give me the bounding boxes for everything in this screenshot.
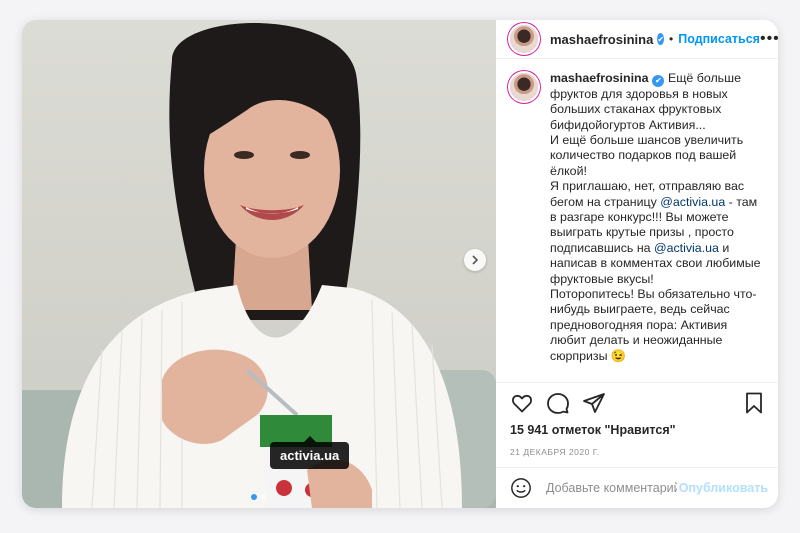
caption-area: mashaefrosinina ✔ Ещё больше фруктов для … [496, 59, 778, 383]
next-image-button[interactable] [464, 249, 486, 271]
comment-bar: Опубликовать [496, 467, 778, 508]
caption-line: Поторопитесь! Вы обязательно что-нибудь … [550, 286, 757, 363]
mention-link[interactable]: @activia.ua [660, 195, 725, 209]
post-date[interactable]: 21 ДЕКАБРЯ 2020 Г. [496, 437, 778, 467]
more-options-icon[interactable]: ••• [760, 30, 778, 48]
instagram-post-card: activia.ua mashaefrosinina ✔ • Подписать… [22, 20, 778, 508]
verified-icon: ✔ [652, 74, 665, 87]
likes-count[interactable]: 15 941 отметок "Нравится" [496, 423, 778, 437]
smiley-icon[interactable] [510, 477, 532, 499]
heart-icon[interactable] [510, 391, 534, 415]
comment-input[interactable] [544, 480, 679, 496]
post-sidebar: mashaefrosinina ✔ • Подписаться ••• mash… [496, 20, 778, 508]
bookmark-icon[interactable] [742, 391, 766, 415]
publish-button[interactable]: Опубликовать [679, 481, 768, 495]
product-tag[interactable]: activia.ua [270, 436, 350, 469]
follow-button[interactable]: Подписаться [678, 32, 760, 46]
carousel-dot [261, 494, 267, 500]
chevron-right-icon [472, 255, 479, 265]
avatar[interactable] [510, 73, 538, 101]
separator: • [669, 32, 674, 46]
comment-icon[interactable] [546, 391, 570, 415]
caption-username-link[interactable]: mashaefrosinina [550, 71, 648, 85]
verified-icon: ✔ [657, 33, 665, 45]
action-bar [496, 383, 778, 423]
paper-plane-icon[interactable] [582, 391, 606, 415]
post-image[interactable]: activia.ua [22, 20, 496, 508]
caption-text: mashaefrosinina ✔ Ещё больше фруктов для … [550, 71, 764, 370]
username-link[interactable]: mashaefrosinina [550, 32, 653, 47]
post-header: mashaefrosinina ✔ • Подписаться ••• [496, 20, 778, 59]
photo-woman-with-yogurt [22, 22, 496, 508]
caption-line: И ещё больше шансов увеличить количество… [550, 132, 744, 178]
avatar[interactable] [510, 25, 538, 53]
mention-link[interactable]: @activia.ua [654, 241, 719, 255]
carousel-indicator [22, 494, 496, 500]
carousel-dot-active [251, 494, 257, 500]
